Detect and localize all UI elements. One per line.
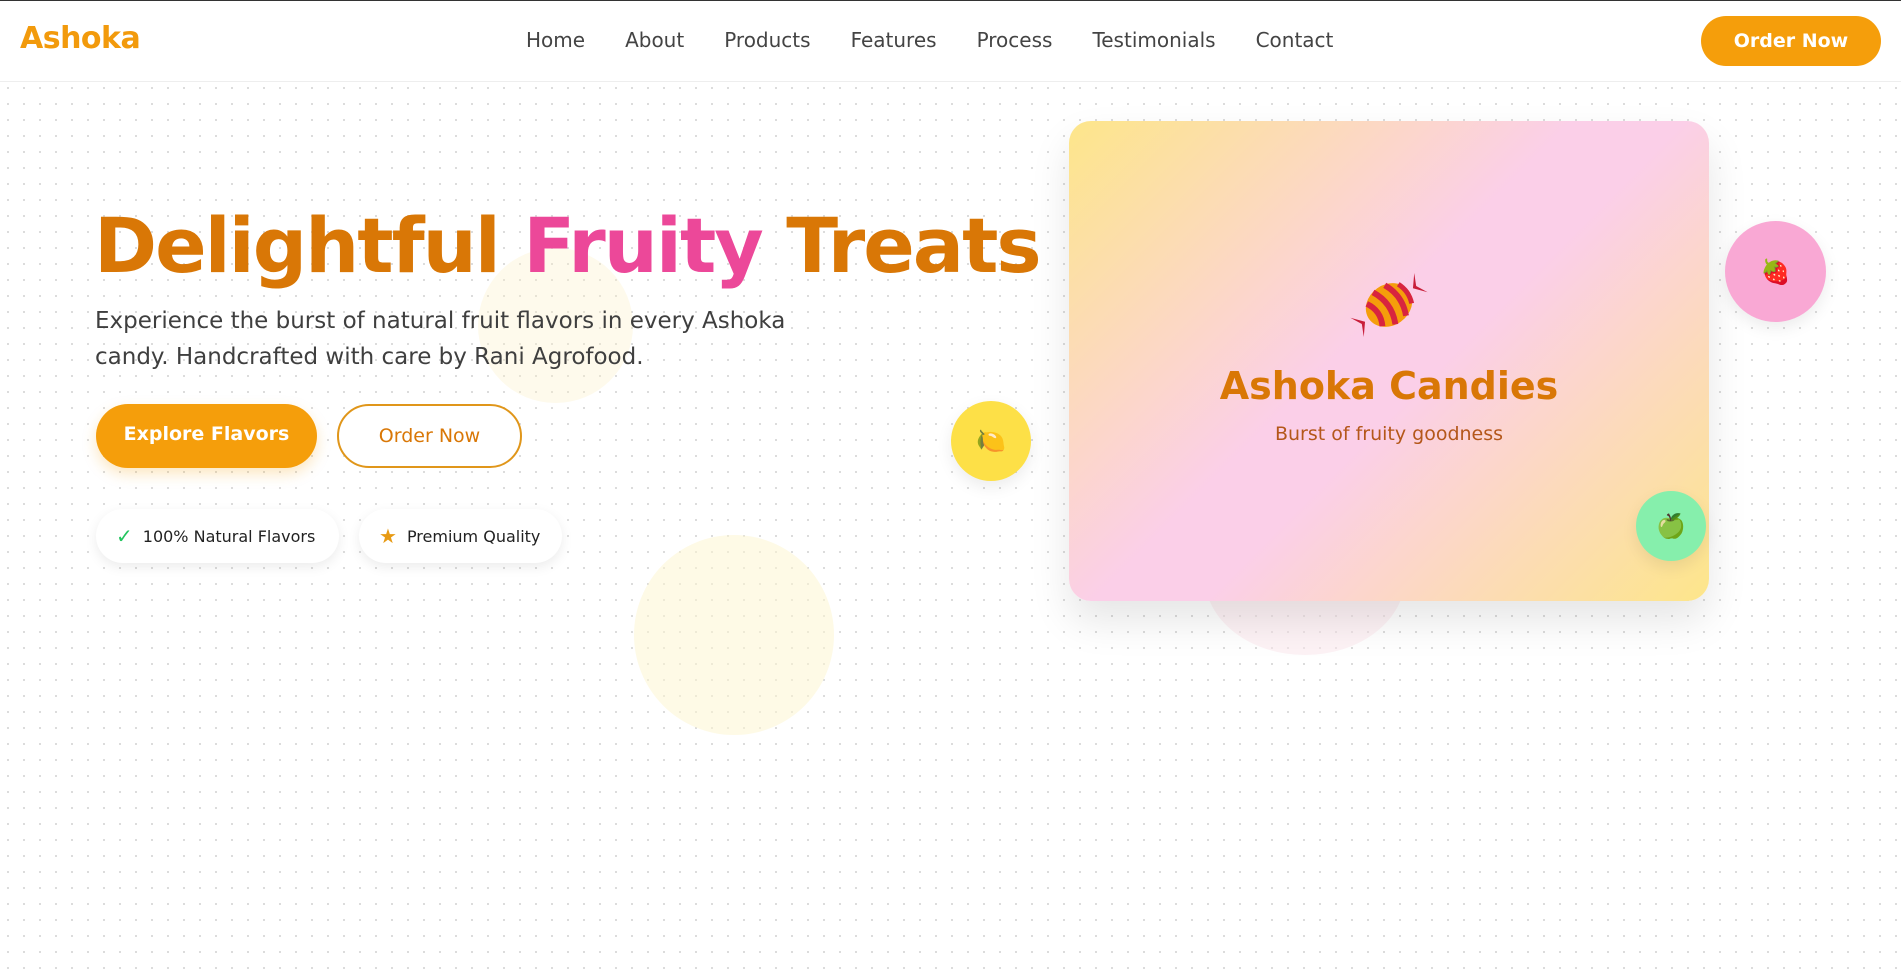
check-icon: ✓ <box>116 524 133 548</box>
card-title: Ashoka Candies <box>1219 364 1559 408</box>
candy-icon <box>1350 273 1428 337</box>
explore-flavors-button[interactable]: Explore Flavors <box>96 404 317 468</box>
site-header: Ashoka Home About Products Features Proc… <box>0 0 1901 82</box>
nav-item-home[interactable]: Home <box>526 28 585 52</box>
nav-item-about[interactable]: About <box>625 28 684 52</box>
lemon-icon: 🍋 <box>951 401 1031 481</box>
hero-title-highlight: Fruity <box>523 201 764 290</box>
main-nav: Home About Products Features Process Tes… <box>526 28 1373 52</box>
star-icon: ★ <box>379 524 397 548</box>
decorative-circle <box>634 535 834 735</box>
hero-order-now-button[interactable]: Order Now <box>337 404 522 468</box>
header-order-now-button[interactable]: Order Now <box>1701 16 1881 66</box>
nav-item-process[interactable]: Process <box>977 28 1053 52</box>
nav-item-testimonials[interactable]: Testimonials <box>1092 28 1215 52</box>
natural-flavors-badge: ✓ 100% Natural Flavors <box>96 509 339 563</box>
brand-logo[interactable]: Ashoka <box>20 21 141 56</box>
premium-quality-badge: ★ Premium Quality <box>359 509 562 563</box>
product-card: Ashoka Candies Burst of fruity goodness <box>1069 121 1709 601</box>
badge-label: 100% Natural Flavors <box>142 526 316 546</box>
strawberry-icon: 🍓 <box>1725 221 1826 322</box>
hero-title-part1: Delightful <box>94 201 524 290</box>
hero-title-part3: Treats <box>761 201 1041 290</box>
apple-icon: 🍏 <box>1636 491 1706 561</box>
hero-title: Delightful Fruity Treats <box>94 200 1042 291</box>
hero-description: Experience the burst of natural fruit fl… <box>95 308 786 370</box>
card-subtitle: Burst of fruity goodness <box>1274 423 1504 445</box>
nav-item-products[interactable]: Products <box>724 28 810 52</box>
badge-label: Premium Quality <box>406 526 541 546</box>
nav-item-features[interactable]: Features <box>851 28 937 52</box>
nav-item-contact[interactable]: Contact <box>1256 28 1334 52</box>
